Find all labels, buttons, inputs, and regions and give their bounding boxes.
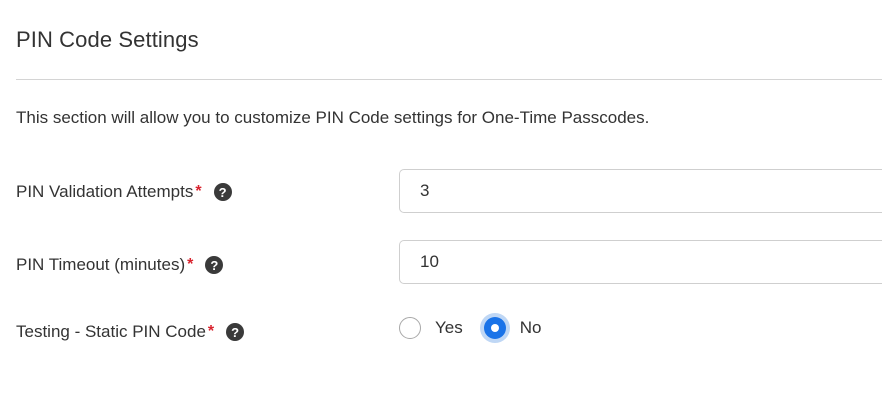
- pin-timeout-input[interactable]: [399, 240, 882, 284]
- radio-option-no[interactable]: No: [483, 317, 542, 339]
- pin-validation-attempts-label: PIN Validation Attempts: [16, 182, 194, 201]
- static-pin-code-radio-group: Yes No: [399, 317, 541, 339]
- question-circle-icon[interactable]: ?: [205, 256, 224, 274]
- required-asterisk: *: [207, 323, 215, 340]
- radio-no-label: No: [519, 318, 542, 337]
- static-pin-code-label: Testing - Static PIN Code: [16, 322, 206, 341]
- pin-timeout-label: PIN Timeout (minutes): [16, 255, 186, 274]
- title-divider: [16, 79, 882, 80]
- field-label-wrap: PIN Validation Attempts * ?: [16, 182, 232, 202]
- required-asterisk: *: [187, 256, 194, 273]
- page-title: PIN Code Settings: [16, 27, 199, 52]
- radio-yes-label: Yes: [435, 318, 463, 337]
- pin-code-settings-page: PIN Code Settings This section will allo…: [0, 0, 882, 400]
- question-circle-icon[interactable]: ?: [226, 323, 245, 341]
- pin-validation-attempts-input[interactable]: [399, 169, 882, 213]
- radio-option-yes[interactable]: Yes: [399, 317, 463, 339]
- required-asterisk: *: [195, 183, 202, 200]
- section-description: This section will allow you to customize…: [16, 108, 650, 127]
- radio-no-selected[interactable]: [483, 317, 506, 339]
- question-circle-icon[interactable]: ?: [213, 183, 232, 201]
- field-label-wrap: PIN Timeout (minutes) * ?: [16, 255, 224, 275]
- radio-yes[interactable]: [399, 317, 421, 339]
- field-label-wrap: Testing - Static PIN Code * ?: [16, 322, 245, 342]
